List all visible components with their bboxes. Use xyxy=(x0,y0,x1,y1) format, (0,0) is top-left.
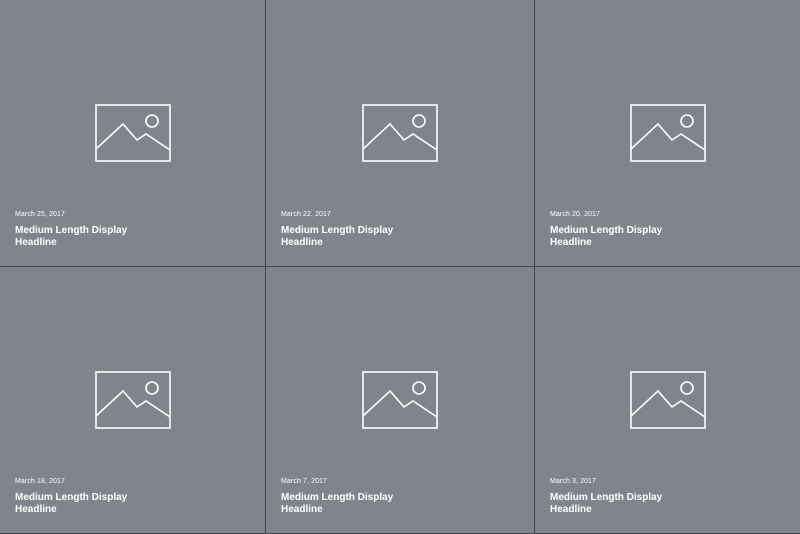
image-placeholder-icon xyxy=(629,371,706,429)
image-placeholder-icon xyxy=(94,104,171,162)
article-headline[interactable]: Medium Length Display Headline xyxy=(15,492,145,516)
image-placeholder-icon xyxy=(629,104,706,162)
article-card[interactable]: March 18, 2017 Medium Length Display Hea… xyxy=(0,267,265,533)
article-date: March 3, 2017 xyxy=(550,478,597,485)
article-card[interactable]: March 25, 2017 Medium Length Display Hea… xyxy=(0,0,265,266)
article-headline[interactable]: Medium Length Display Headline xyxy=(550,492,680,516)
article-card[interactable]: March 20, 2017 Medium Length Display Hea… xyxy=(535,0,800,266)
article-date: March 25, 2017 xyxy=(15,211,66,218)
article-date: March 18, 2017 xyxy=(15,478,66,485)
article-card[interactable]: March 7, 2017 Medium Length Display Head… xyxy=(266,267,534,533)
article-date: March 22, 2017 xyxy=(281,211,332,218)
image-placeholder-icon xyxy=(362,104,438,162)
article-card[interactable]: March 22, 2017 Medium Length Display Hea… xyxy=(266,0,534,266)
article-headline[interactable]: Medium Length Display Headline xyxy=(550,225,680,249)
image-placeholder-icon xyxy=(94,371,171,429)
article-date: March 20, 2017 xyxy=(550,211,601,218)
article-headline[interactable]: Medium Length Display Headline xyxy=(281,492,411,516)
article-headline[interactable]: Medium Length Display Headline xyxy=(15,225,145,249)
article-headline[interactable]: Medium Length Display Headline xyxy=(281,225,411,249)
article-card[interactable]: March 3, 2017 Medium Length Display Head… xyxy=(535,267,800,533)
article-date: March 7, 2017 xyxy=(281,478,328,485)
image-placeholder-icon xyxy=(362,371,438,429)
article-card-grid: March 25, 2017 Medium Length Display Hea… xyxy=(0,0,800,534)
